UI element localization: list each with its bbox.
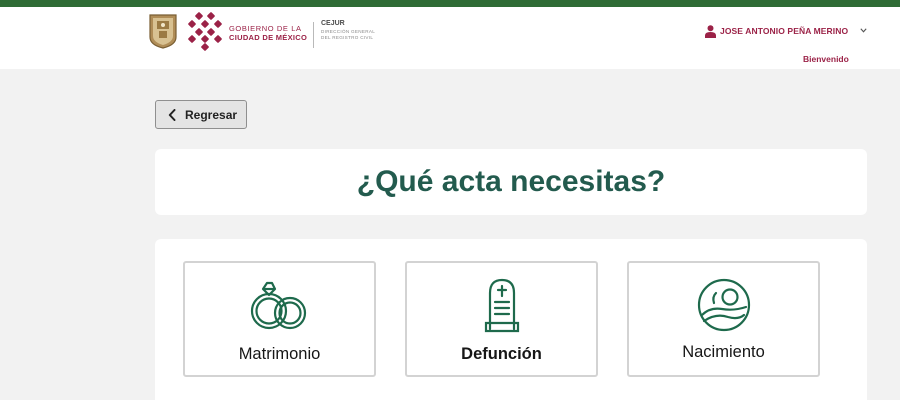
gov-line-1: GOBIERNO DE LA: [229, 24, 302, 33]
options-panel: Matrimonio Defunción Nacimiento: [155, 239, 867, 400]
wedding-rings-icon: [250, 281, 306, 330]
cejur-wordmark: CEJUR DIRECCIÓN GENERAL DEL REGISTRO CIV…: [321, 20, 375, 41]
option-label-nacimiento: Nacimiento: [682, 343, 765, 361]
logo-divider: [313, 22, 314, 48]
welcome-text: Bienvenido: [803, 54, 849, 64]
user-icon: [705, 24, 716, 38]
tombstone-icon: [484, 278, 519, 333]
government-wordmark: GOBIERNO DE LA CIUDAD DE MÉXICO: [229, 24, 307, 42]
back-button-label: Regresar: [185, 107, 238, 122]
option-card-nacimiento[interactable]: Nacimiento: [627, 261, 820, 377]
cejur-subtitle-2: DEL REGISTRO CIVIL: [321, 35, 374, 40]
title-card: ¿Qué acta necesitas?: [155, 149, 867, 215]
user-name: JOSE ANTONIO PEÑA MERINO: [720, 26, 849, 36]
national-coat-of-arms-icon: [149, 14, 177, 49]
newborn-icon: [697, 278, 750, 332]
cejur-title: CEJUR: [321, 20, 345, 27]
chevron-down-icon[interactable]: [860, 28, 867, 33]
chevron-left-icon: [168, 108, 176, 121]
gov-line-2: CIUDAD DE MÉXICO: [229, 33, 308, 42]
option-card-defuncion[interactable]: Defunción: [405, 261, 598, 377]
option-label-defuncion: Defunción: [461, 345, 542, 363]
user-menu[interactable]: JOSE ANTONIO PEÑA MERINO: [705, 24, 848, 38]
page-title: ¿Qué acta necesitas?: [356, 165, 666, 198]
site-header: [0, 7, 900, 69]
option-card-matrimonio[interactable]: Matrimonio: [183, 261, 376, 377]
top-accent-bar: [0, 0, 900, 7]
option-label-matrimonio: Matrimonio: [238, 345, 321, 363]
back-button[interactable]: Regresar: [155, 100, 247, 129]
cdmx-logo-icon: [188, 12, 222, 51]
